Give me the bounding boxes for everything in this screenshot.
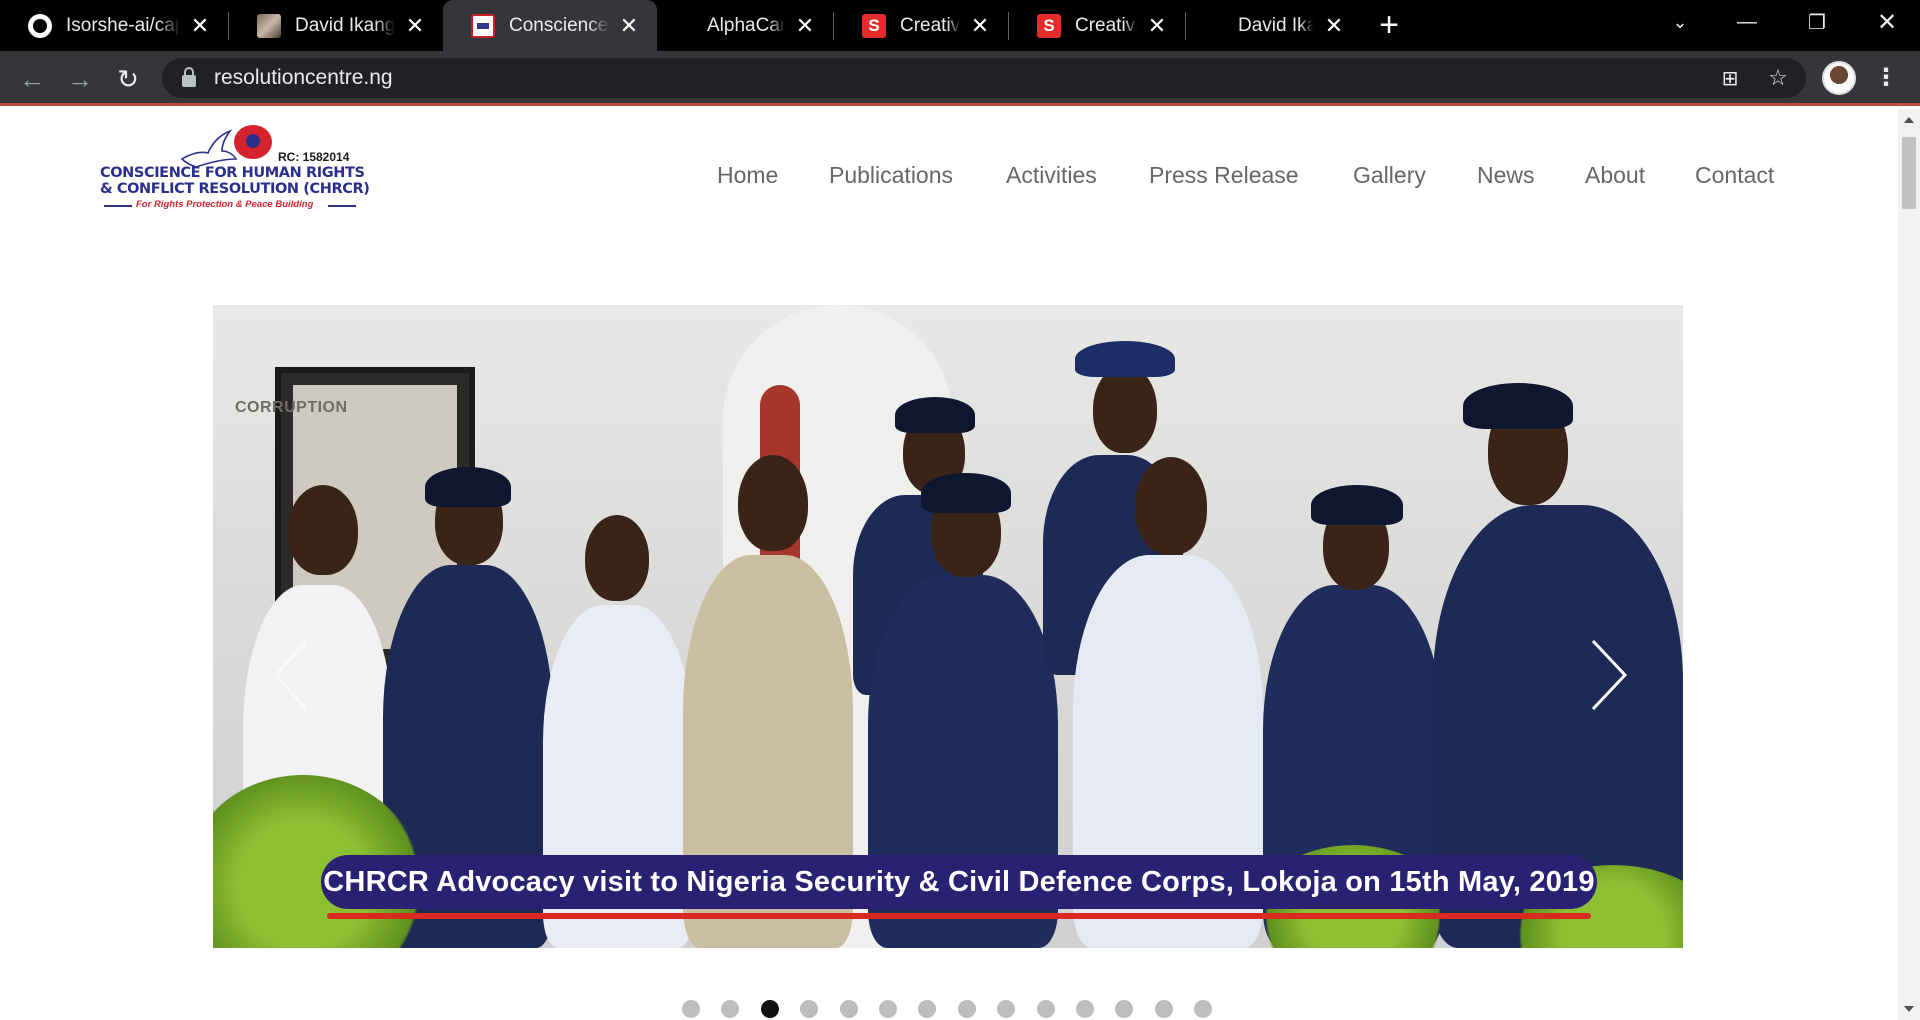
chevron-left-icon — [273, 640, 308, 710]
nav-contact[interactable]: Contact — [1695, 162, 1774, 189]
scroll-up-icon[interactable] — [1904, 117, 1914, 123]
slider-dot[interactable] — [1037, 1000, 1055, 1018]
tab-title: Creative - Ther — [1075, 14, 1137, 36]
s-icon: S — [862, 13, 886, 38]
browser-menu-icon[interactable]: ⋮ — [1874, 63, 1898, 93]
nav-publications[interactable]: Publications — [829, 162, 953, 189]
logo-tagline: For Rights Protection & Peace Building — [136, 199, 314, 210]
slider-dot[interactable] — [1194, 1000, 1212, 1018]
slider-dot[interactable] — [1076, 1000, 1094, 1018]
url-text: resolutioncentre.ng — [214, 66, 393, 89]
browser-tab[interactable]: David Ikangbo ✕ — [1186, 0, 1362, 51]
slider-dot[interactable] — [997, 1000, 1015, 1018]
new-tab-button[interactable]: + — [1362, 0, 1416, 51]
caption-underline — [327, 913, 1591, 919]
page-scrollbar[interactable] — [1898, 109, 1920, 1020]
slider-next-button[interactable] — [1583, 635, 1633, 715]
github-icon — [28, 13, 52, 38]
tab-close-icon[interactable]: ✕ — [1147, 14, 1167, 36]
photo-icon — [257, 13, 281, 38]
back-icon[interactable]: ← — [14, 61, 50, 97]
chrcr-icon — [471, 13, 495, 38]
slider-dot[interactable] — [879, 1000, 897, 1018]
browser-tab[interactable]: David Ikangbo ✕ — [229, 0, 443, 51]
slide-caption: CHRCR Advocacy visit to Nigeria Security… — [323, 865, 1595, 898]
chevron-right-icon — [1591, 639, 1628, 711]
nav-news[interactable]: News — [1477, 162, 1535, 189]
install-app-icon[interactable]: ⊞ — [1718, 66, 1742, 90]
scroll-down-icon[interactable] — [1904, 1006, 1914, 1012]
nav-press-release[interactable]: Press Release — [1149, 162, 1299, 189]
tab-title: Conscience for — [509, 14, 609, 36]
logo-divider — [328, 205, 356, 207]
tab-strip: Isorshe-ai/caps✕David Ikangbo✕Conscience… — [0, 0, 1920, 51]
nav-about[interactable]: About — [1585, 162, 1645, 189]
slider-pagination — [0, 1000, 1898, 1020]
profile-avatar[interactable] — [1822, 61, 1856, 95]
tab-title: Creative - One — [900, 14, 960, 36]
tab-close-icon[interactable]: ✕ — [970, 14, 990, 36]
nav-home[interactable]: Home — [717, 162, 778, 189]
slider-dot[interactable] — [761, 1000, 779, 1018]
address-bar[interactable]: resolutioncentre.ng ⊞ ☆ — [162, 58, 1806, 98]
nav-activities[interactable]: Activities — [1006, 162, 1097, 189]
tab-search-icon[interactable]: ⌄ — [1645, 0, 1715, 44]
minimize-button[interactable]: — — [1712, 0, 1782, 44]
tab-title: Isorshe-ai/caps — [66, 14, 180, 36]
slide-caption-banner: CHRCR Advocacy visit to Nigeria Security… — [321, 855, 1597, 909]
slider-dot[interactable] — [1115, 1000, 1133, 1018]
slider-dot[interactable] — [682, 1000, 700, 1018]
hero-slider[interactable]: CORRUPTION CHRCR Advocacy visit to Niger… — [213, 305, 1683, 948]
lock-icon[interactable] — [182, 66, 196, 87]
scrollbar-thumb[interactable] — [1902, 137, 1916, 209]
tab-close-icon[interactable]: ✕ — [619, 14, 639, 36]
main-navigation: Home Publications Activities Press Relea… — [0, 162, 1898, 194]
tab-title: AlphaCare - La — [707, 14, 785, 36]
slider-dot[interactable] — [721, 1000, 739, 1018]
tab-title: David Ikangbo — [295, 14, 395, 36]
browser-tab[interactable]: S Creative - One ✕ — [834, 0, 1008, 51]
tab-close-icon[interactable]: ✕ — [190, 14, 210, 36]
restore-button[interactable]: ❐ — [1782, 0, 1852, 44]
emblem-icon — [234, 125, 272, 159]
close-window-button[interactable]: ✕ — [1852, 0, 1920, 44]
bookmark-star-icon[interactable]: ☆ — [1766, 65, 1790, 90]
slider-prev-button[interactable] — [268, 635, 318, 715]
s-icon: S — [1037, 13, 1061, 38]
tab-close-icon[interactable]: ✕ — [405, 14, 425, 36]
slider-dot[interactable] — [1155, 1000, 1173, 1018]
slider-dot[interactable] — [958, 1000, 976, 1018]
tab-close-icon[interactable]: ✕ — [1324, 14, 1344, 36]
browser-tab[interactable]: AlphaCare - La ✕ — [657, 0, 833, 51]
slider-dot[interactable] — [800, 1000, 818, 1018]
nav-gallery[interactable]: Gallery — [1353, 162, 1426, 189]
browser-tab[interactable]: Isorshe-ai/caps ✕ — [0, 0, 228, 51]
forward-icon[interactable]: → — [62, 61, 98, 97]
tab-title: David Ikangbo — [1238, 14, 1314, 36]
tab-close-icon[interactable]: ✕ — [795, 14, 815, 36]
slider-dot[interactable] — [840, 1000, 858, 1018]
reload-icon[interactable]: ↻ — [110, 61, 146, 97]
logo-divider — [104, 205, 132, 207]
browser-tab[interactable]: S Creative - Ther ✕ — [1009, 0, 1185, 51]
notice-board-text: CORRUPTION — [235, 399, 348, 416]
slider-dot[interactable] — [918, 1000, 936, 1018]
web-page: RC: 1582014 CONSCIENCE FOR HUMAN RIGHTS … — [0, 109, 1898, 1020]
browser-tab[interactable]: Conscience for ✕ — [443, 0, 657, 51]
browser-toolbar: ← → ↻ resolutioncentre.ng ⊞ ☆ ⋮ — [0, 51, 1920, 106]
